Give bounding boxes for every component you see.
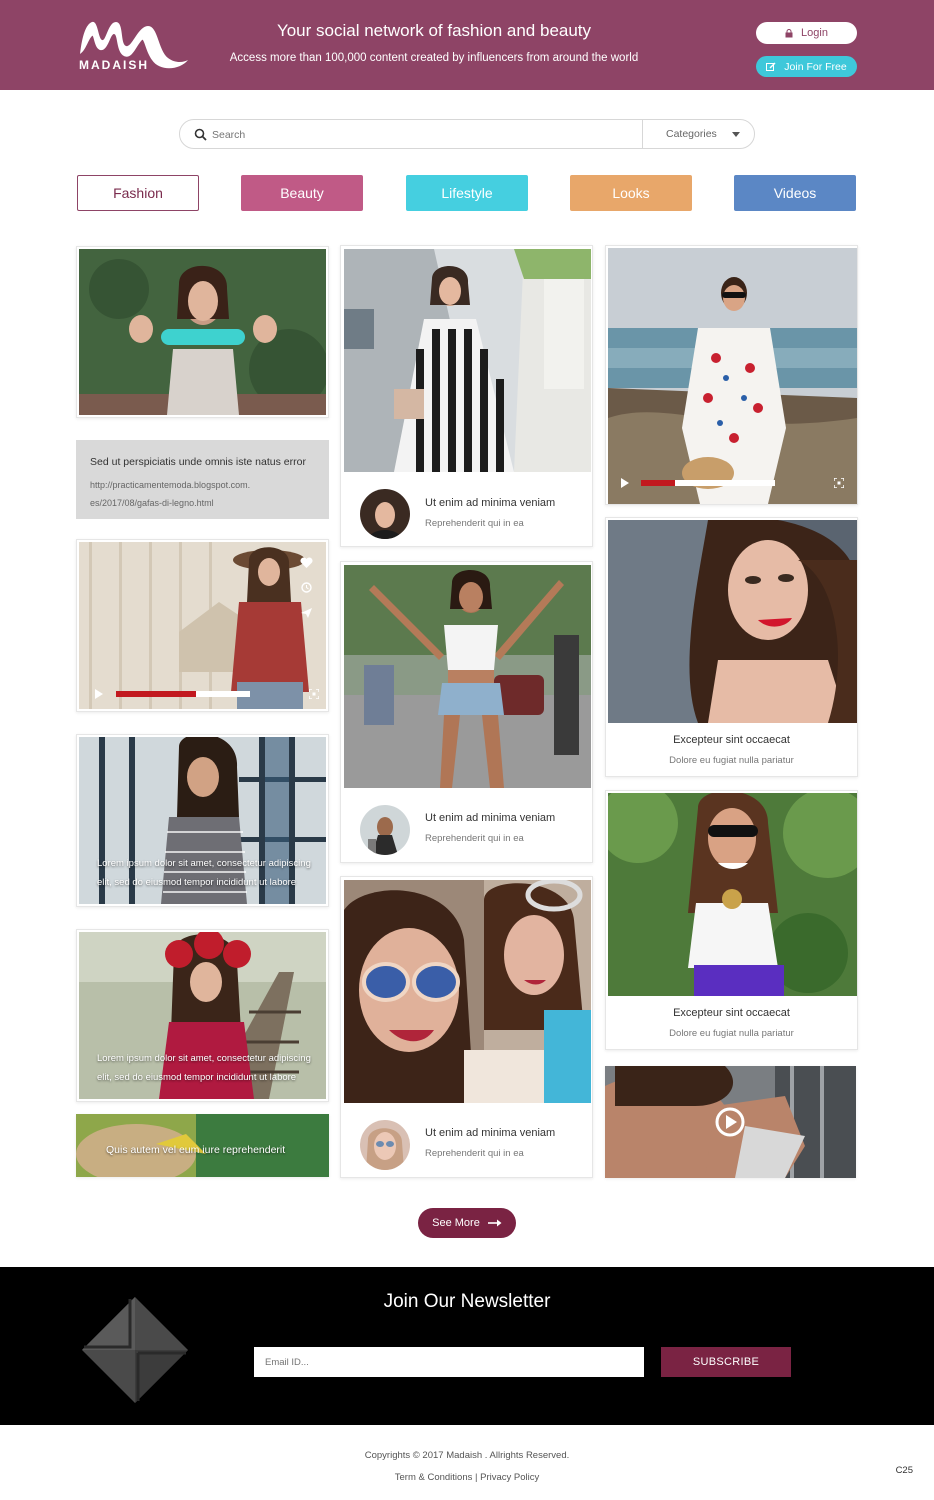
clock-icon[interactable]	[301, 582, 312, 593]
fullscreen-icon[interactable]	[834, 478, 844, 488]
author-avatar[interactable]	[360, 1120, 410, 1170]
video-progress-bar[interactable]	[641, 480, 775, 486]
edit-icon	[766, 62, 776, 71]
see-more-button[interactable]: See More	[418, 1208, 516, 1238]
categories-dropdown[interactable]: Categories	[666, 128, 717, 140]
post-title[interactable]: Ut enim ad minima veniam	[425, 812, 555, 824]
post-subtitle: Reprehenderit qui in ea	[425, 1148, 524, 1159]
feed-card-profile[interactable]: Ut enim ad minima veniam Reprehenderit q…	[340, 561, 593, 863]
post-image	[608, 520, 857, 723]
arrow-right-icon	[487, 1219, 502, 1227]
author-avatar[interactable]	[360, 805, 410, 855]
page-code: C25	[895, 1465, 913, 1476]
post-image	[344, 565, 591, 788]
play-icon[interactable]	[95, 689, 103, 699]
post-subtitle: Dolore eu fugiat nulla pariatur	[669, 755, 794, 766]
overlay-caption-line2: elit, sed do eiusmod tempor incididunt u…	[97, 877, 297, 888]
text-post-title: Sed ut perspiciatis unde omnis iste natu…	[90, 456, 306, 468]
post-title[interactable]: Ut enim ad minima veniam	[425, 1127, 555, 1139]
footer-links[interactable]: Term & Conditions | Privacy Policy	[0, 1472, 934, 1483]
video-progress-fill	[641, 480, 675, 486]
category-beauty-button[interactable]: Beauty	[241, 175, 363, 211]
header-subtagline: Access more than 100,000 content created…	[229, 52, 639, 64]
feed-card-profile[interactable]: Ut enim ad minima veniam Reprehenderit q…	[340, 245, 593, 547]
join-label: Join For Free	[784, 60, 847, 73]
video-progress-fill	[116, 691, 197, 697]
newsletter-title: Join Our Newsletter	[383, 1291, 551, 1312]
search-divider	[642, 120, 643, 148]
post-title[interactable]: Excepteur sint occaecat	[606, 1007, 857, 1019]
overlay-caption: Lorem ipsum dolor sit amet, consectetur …	[97, 1049, 327, 1087]
video-progress-bar[interactable]	[116, 691, 250, 697]
feed-card-photo[interactable]	[76, 246, 329, 418]
subscribe-button[interactable]: SUBSCRIBE	[661, 1347, 791, 1377]
category-looks-button[interactable]: Looks	[570, 175, 692, 211]
category-fashion-button[interactable]: Fashion	[77, 175, 199, 211]
overlay-caption-line1: Lorem ipsum dolor sit amet, consectetur …	[97, 858, 311, 869]
video-thumbnail	[608, 248, 857, 504]
post-image	[79, 249, 326, 415]
post-subtitle: Dolore eu fugiat nulla pariatur	[669, 1028, 794, 1039]
video-card[interactable]	[605, 245, 858, 505]
header-tagline: Your social network of fashion and beaut…	[276, 21, 592, 40]
feed-card-profile[interactable]: Ut enim ad minima veniam Reprehenderit q…	[340, 876, 593, 1178]
fullscreen-icon[interactable]	[309, 689, 319, 699]
post-title[interactable]: Excepteur sint occaecat	[606, 734, 857, 746]
login-button[interactable]: Login	[756, 22, 857, 44]
play-circle-icon[interactable]	[714, 1106, 746, 1138]
copyright-text: Copyrights © 2017 Madaish . Allrights Re…	[364, 1450, 570, 1461]
banner-card[interactable]: Quis autem vel eum iure reprehenderit	[76, 1114, 329, 1177]
login-label: Login	[801, 27, 828, 39]
heart-icon[interactable]	[300, 557, 313, 569]
post-image	[344, 249, 591, 472]
search-bar: Categories	[179, 119, 755, 149]
search-icon	[194, 128, 207, 141]
post-image	[344, 880, 591, 1103]
video-card-small[interactable]	[605, 1066, 856, 1178]
share-icon[interactable]	[300, 607, 313, 619]
text-post-link-line1[interactable]: http://practicamentemoda.blogspot.com.	[90, 480, 250, 490]
overlay-caption-line1: Lorem ipsum dolor sit amet, consectetur …	[97, 1053, 311, 1064]
feed-card-titled[interactable]: Excepteur sint occaecat Dolore eu fugiat…	[605, 790, 858, 1050]
see-more-label: See More	[432, 1217, 480, 1229]
site-header: MADAISH Your social network of fashion a…	[0, 0, 934, 90]
search-input[interactable]	[212, 126, 632, 143]
chevron-down-icon[interactable]	[732, 132, 740, 137]
newsletter-section: Join Our Newsletter SUBSCRIBE	[0, 1267, 934, 1425]
author-avatar[interactable]	[360, 489, 410, 539]
feed-card-titled[interactable]: Excepteur sint occaecat Dolore eu fugiat…	[605, 517, 858, 777]
text-post-card[interactable]: Sed ut perspiciatis unde omnis iste natu…	[76, 440, 329, 519]
post-image	[608, 793, 857, 996]
join-for-free-button[interactable]: Join For Free	[756, 56, 857, 77]
video-thumbnail	[79, 542, 326, 709]
category-videos-button[interactable]: Videos	[734, 175, 856, 211]
banner-caption: Quis autem vel eum iure reprehenderit	[106, 1144, 286, 1156]
post-subtitle: Reprehenderit qui in ea	[425, 518, 524, 529]
feed-card-overlay[interactable]: Lorem ipsum dolor sit amet, consectetur …	[76, 929, 329, 1102]
lock-icon	[785, 28, 793, 37]
category-lifestyle-button[interactable]: Lifestyle	[406, 175, 528, 211]
play-icon[interactable]	[621, 478, 629, 488]
video-card[interactable]	[76, 539, 329, 712]
overlay-caption: Lorem ipsum dolor sit amet, consectetur …	[97, 854, 327, 892]
text-post-link-line2[interactable]: es/2017/08/gafas-di-legno.html	[90, 498, 214, 508]
feed-card-overlay[interactable]: Lorem ipsum dolor sit amet, consectetur …	[76, 734, 329, 907]
post-subtitle: Reprehenderit qui in ea	[425, 833, 524, 844]
overlay-caption-line2: elit, sed do eiusmod tempor incididunt u…	[97, 1072, 297, 1083]
post-title[interactable]: Ut enim ad minima veniam	[425, 497, 555, 509]
email-field[interactable]	[254, 1347, 644, 1377]
